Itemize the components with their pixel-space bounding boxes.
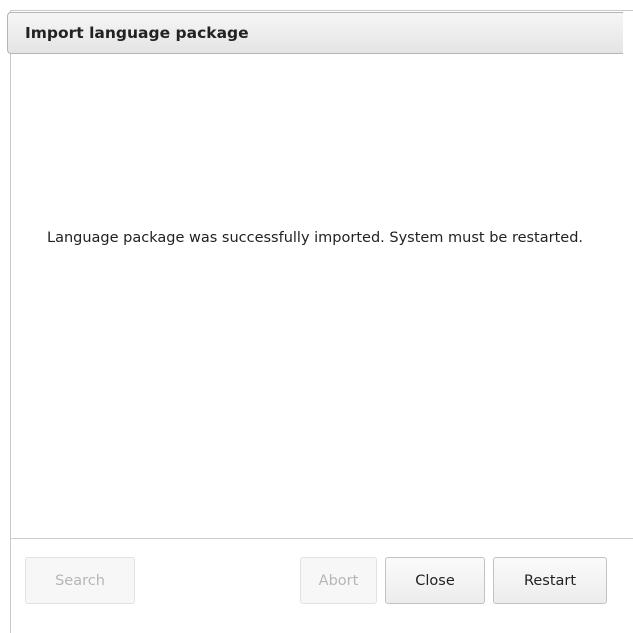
close-button[interactable]: Close	[385, 557, 485, 604]
dialog-title: Import language package	[25, 24, 249, 42]
search-button: Search	[25, 557, 135, 604]
status-message: Language package was successfully import…	[46, 230, 584, 246]
footer-divider	[10, 538, 633, 539]
restart-button[interactable]: Restart	[493, 557, 607, 604]
abort-button: Abort	[300, 557, 377, 604]
dialog-content	[10, 55, 623, 539]
dialog-header: Import language package	[7, 12, 623, 54]
